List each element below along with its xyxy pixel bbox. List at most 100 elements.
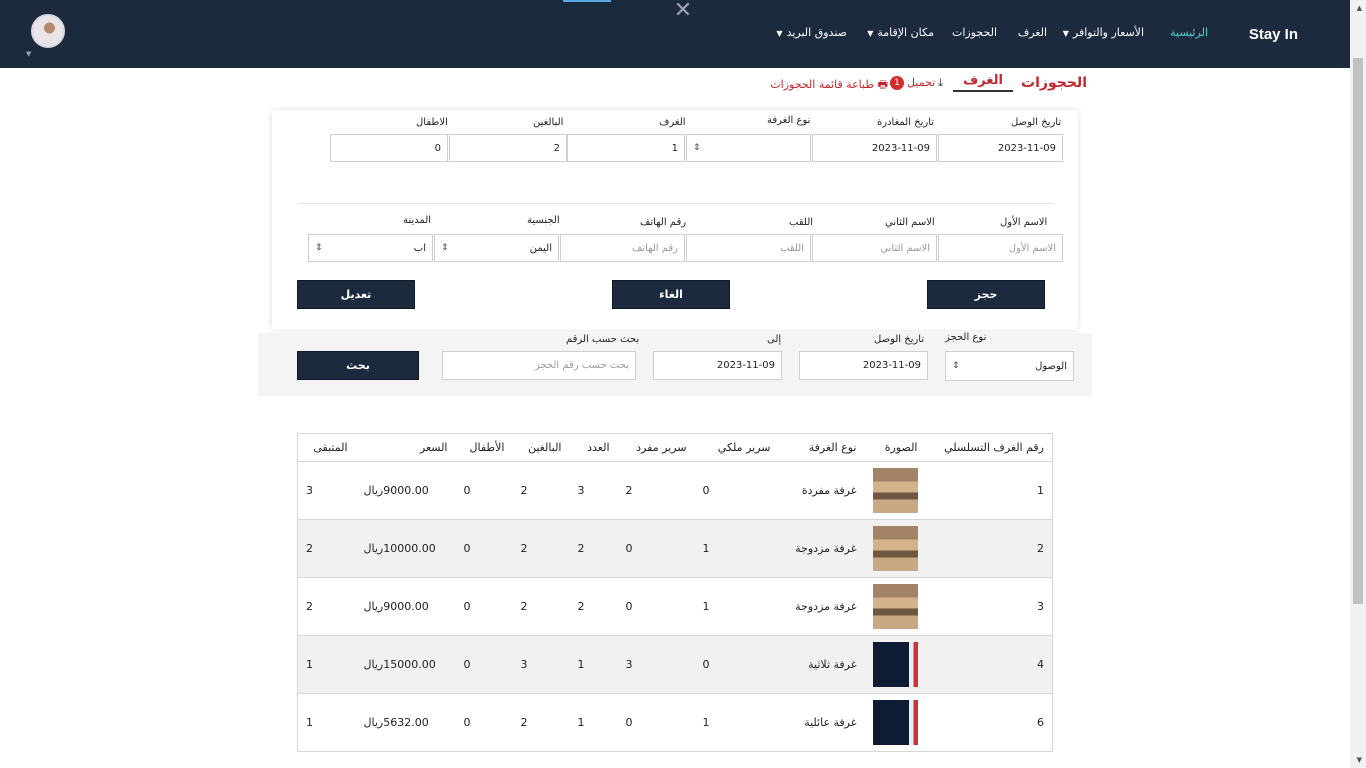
nav-item-bookings[interactable]: الحجوزات <box>952 26 997 39</box>
king-bed-count: 1 <box>694 577 779 636</box>
cancel-button[interactable]: الغاء <box>612 280 730 309</box>
column-header: نوع الغرفة <box>778 433 865 462</box>
edit-button[interactable]: تعديل <box>297 280 415 309</box>
room-type-select[interactable]: ⇕ <box>686 134 811 162</box>
room-count: 3 <box>569 461 618 520</box>
column-header: البالغين <box>512 433 570 462</box>
room-price: 15000.00ريال <box>355 635 456 694</box>
scroll-thumb[interactable] <box>1353 58 1363 604</box>
remaining-count: 1 <box>297 635 356 694</box>
nav-item-rooms[interactable]: الغرف <box>1018 26 1047 39</box>
adults-count: 2 <box>512 577 570 636</box>
surname-label: اللقب <box>789 217 814 228</box>
room-photo[interactable] <box>872 642 918 687</box>
select-arrows-icon: ⇕ <box>441 243 449 253</box>
city-select[interactable]: ⇕ اب <box>308 234 433 262</box>
children-label: الاطفال <box>416 117 448 128</box>
single-bed-count: 2 <box>617 461 695 520</box>
search-number-input[interactable]: بحث حسب رقم الحجز <box>442 351 636 380</box>
single-bed-count: 0 <box>617 577 695 636</box>
arrival-date-field[interactable]: 2023-11-09 <box>938 134 1063 162</box>
scroll-down-icon[interactable]: ▼ <box>1357 756 1362 764</box>
room-serial: 6 <box>925 693 1053 752</box>
chevron-down-icon: ▼ <box>1062 29 1069 38</box>
room-photo[interactable] <box>872 700 918 745</box>
remaining-count: 1 <box>297 693 356 752</box>
form-divider <box>298 203 1054 204</box>
adults-count: 2 <box>512 461 570 520</box>
column-header: الصورة <box>864 433 926 462</box>
brand-logo[interactable]: Stay In <box>1249 26 1298 43</box>
rooms-label: الغرف <box>659 117 686 128</box>
departure-date-label: تاريخ المغادرة <box>877 117 935 128</box>
second-name-field[interactable]: الاسم الثاني <box>812 234 937 262</box>
arrival-date-label: تاريخ الوصل <box>1011 117 1062 128</box>
table-row[interactable]: 6 غرفة عائلية 1 0 1 2 0 5632.00ريال 1 <box>297 693 1053 752</box>
page-scrollbar[interactable]: ▲ ▼ <box>1350 0 1366 768</box>
column-header: المتبقى <box>297 433 356 462</box>
phone-field[interactable]: رقم الهاتف <box>560 234 685 262</box>
scroll-up-icon[interactable]: ▲ <box>1357 4 1362 12</box>
search-button[interactable]: بحث <box>297 351 419 380</box>
children-count: 0 <box>455 635 513 694</box>
tab-rooms[interactable]: الغرف <box>953 73 1013 92</box>
rooms-table: رقم الغرف التسلسلي الصورة نوع الغرفة سري… <box>297 433 1053 752</box>
children-field[interactable]: 0 <box>330 134 448 162</box>
nav-item-home[interactable]: الرئيسية <box>1170 26 1208 39</box>
room-photo[interactable] <box>872 584 918 629</box>
search-to-field[interactable]: 2023-11-09 <box>653 351 782 380</box>
table-row[interactable]: 2 غرفة مزدوجة 1 0 2 2 0 10000.00ريال 2 <box>297 519 1053 578</box>
room-type: غرفة مزدوجة <box>778 519 865 578</box>
table-row[interactable]: 1 غرفة مفردة 0 2 3 2 0 9000.00ريال 3 <box>297 461 1053 520</box>
loading-bar <box>563 0 611 2</box>
booking-type-select[interactable]: ⇕ الوصول <box>945 351 1074 381</box>
print-bookings-link[interactable]: 🖶 طباعة قائمة الحجوزات <box>770 76 888 95</box>
nationality-select[interactable]: ⇕ اليمن <box>434 234 559 262</box>
king-bed-count: 0 <box>694 635 779 694</box>
chevron-down-icon[interactable]: ▼ <box>26 50 31 58</box>
departure-date-field[interactable]: 2023-11-09 <box>812 134 937 162</box>
column-header: سرير مفرد <box>617 433 695 462</box>
download-link[interactable]: ⤓تحميل1 <box>889 76 943 90</box>
search-number-label: بحث حسب الرقم <box>566 334 640 345</box>
column-header: سرير ملكي <box>694 433 779 462</box>
book-button[interactable]: حجز <box>927 280 1045 309</box>
first-name-field[interactable]: الاسم الأول <box>938 234 1063 262</box>
adults-count: 3 <box>512 635 570 694</box>
user-avatar[interactable] <box>31 14 65 48</box>
room-type: غرفة ثلاثية <box>778 635 865 694</box>
single-bed-count: 3 <box>617 635 695 694</box>
top-navbar: ✕ Stay In الرئيسية الأسعار والتوافر▼ الغ… <box>0 0 1350 68</box>
remaining-count: 2 <box>297 519 356 578</box>
room-count: 2 <box>569 577 618 636</box>
nav-item-property[interactable]: مكان الإقامة▼ <box>867 26 934 39</box>
adults-field[interactable]: 2 <box>449 134 567 162</box>
room-count: 2 <box>569 519 618 578</box>
room-serial: 4 <box>925 635 1053 694</box>
room-photo[interactable] <box>872 526 918 571</box>
children-count: 0 <box>455 519 513 578</box>
table-row[interactable]: 4 غرفة ثلاثية 0 3 1 3 0 15000.00ريال 1 <box>297 635 1053 694</box>
download-icon: ⤓ <box>938 76 943 89</box>
surname-field[interactable]: اللقب <box>686 234 811 262</box>
children-count: 0 <box>455 577 513 636</box>
rooms-field[interactable]: 1 <box>567 134 685 162</box>
city-label: المدينة <box>403 215 432 226</box>
second-name-label: الاسم الثاني <box>885 217 935 228</box>
close-icon[interactable]: ✕ <box>670 0 696 24</box>
column-header: السعر <box>355 433 456 462</box>
chevron-down-icon: ▼ <box>776 29 783 38</box>
nav-item-mailbox[interactable]: صندوق البريد▼ <box>776 26 847 39</box>
select-arrows-icon: ⇕ <box>315 243 323 253</box>
search-arrival-label: تاريخ الوصل <box>874 334 925 345</box>
room-type: غرفة مفردة <box>778 461 865 520</box>
column-header: رقم الغرف التسلسلي <box>925 433 1053 462</box>
column-header: العدد <box>569 433 618 462</box>
search-arrival-field[interactable]: 2023-11-09 <box>799 351 928 380</box>
room-type: غرفة مزدوجة <box>778 577 865 636</box>
nav-item-rates[interactable]: الأسعار والتوافر▼ <box>1063 26 1144 39</box>
tab-bookings[interactable]: الحجوزات <box>1021 75 1087 91</box>
table-row[interactable]: 3 غرفة مزدوجة 1 0 2 2 0 9000.00ريال 2 <box>297 577 1053 636</box>
room-photo[interactable] <box>872 468 918 513</box>
chevron-down-icon: ▼ <box>867 29 874 38</box>
